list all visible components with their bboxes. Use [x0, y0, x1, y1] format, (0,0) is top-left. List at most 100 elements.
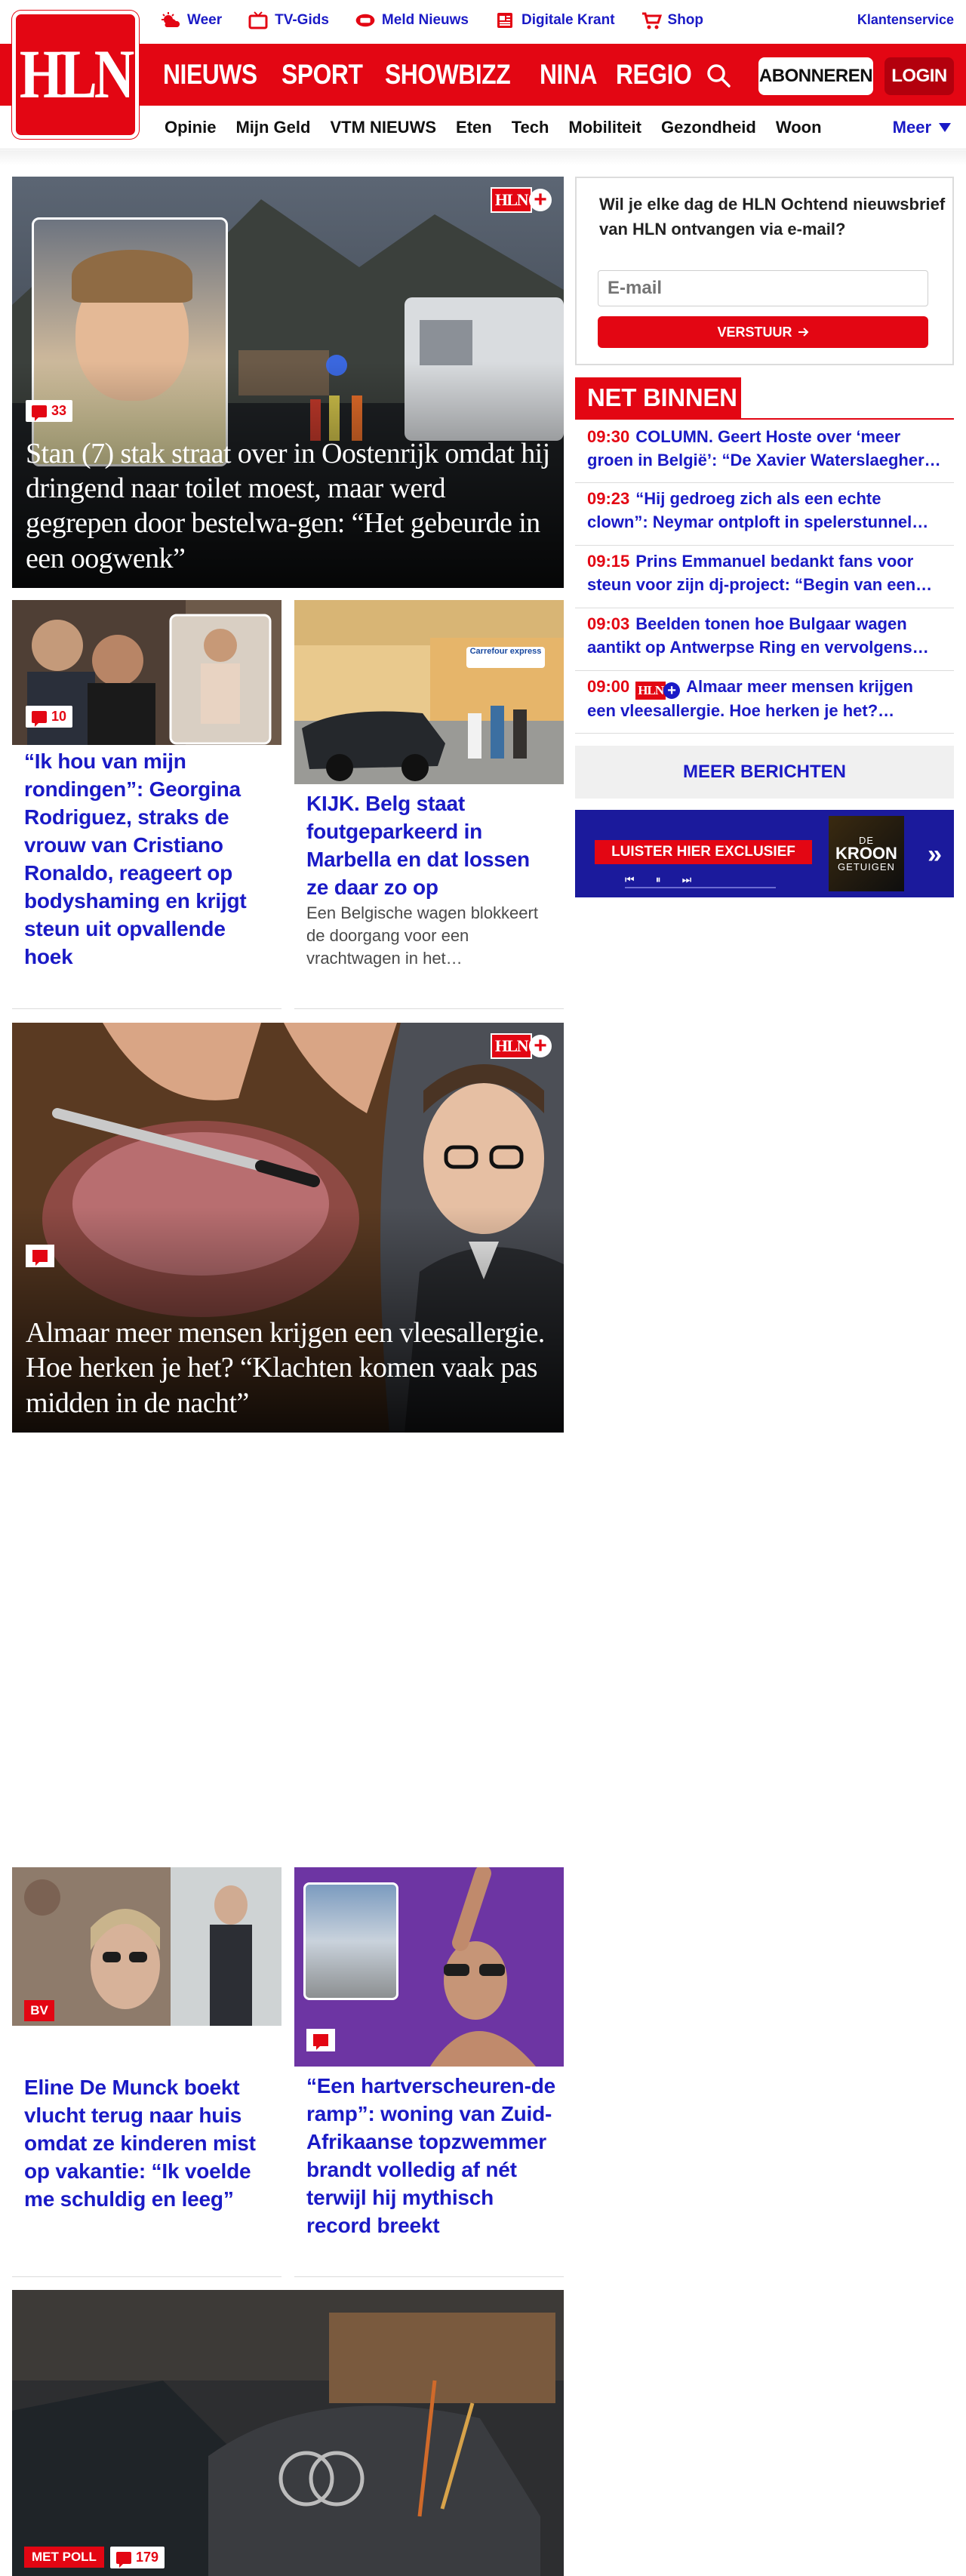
klantenservice-link[interactable]: Klantenservice [857, 12, 954, 28]
newsletter-question: Wil je elke dag de HLN Ochtend nieuwsbri… [599, 195, 946, 239]
article-eline[interactable]: BV Eline De Munck boekt vlucht terug naa… [12, 1867, 281, 2260]
net-binnen-item[interactable]: 09:30 COLUMN. Geert Hoste over ‘meer groe… [575, 421, 954, 483]
link-meld-nieuws-label: Meld Nieuws [381, 12, 469, 28]
email-field[interactable] [598, 270, 928, 306]
chevron-down-icon [939, 123, 951, 132]
article-title: KIJK. Belg staat foutgeparkeerd in Marbe… [306, 792, 530, 899]
link-tv-gids-label: TV-Gids [275, 12, 329, 28]
hero-article-stan[interactable]: HLN + 33 Stan (7) stak straat over in Oo… [12, 177, 564, 588]
link-digitale-krant[interactable]: Digitale Krant [494, 11, 615, 30]
hln-logo[interactable]: HLN [12, 11, 139, 139]
article-lead: Een Belgische wagen blokkeert de doorgan… [306, 903, 538, 968]
newsletter-signup: Wil je elke dag de HLN Ochtend nieuwsbri… [575, 177, 954, 365]
hero-article-vleesallergie[interactable]: HLN + Almaar meer mensen krijgen een vle… [12, 1023, 564, 1433]
net-binnen-item[interactable]: 09:00 HLN + Almaar meer mensen krijgen een … [575, 671, 954, 734]
comment-count-badge: 10 [26, 706, 73, 728]
comment-count: 33 [51, 403, 67, 418]
link-digitale-krant-label: Digitale Krant [521, 12, 615, 28]
weather-icon [162, 12, 180, 27]
article-photo-marbella [294, 600, 564, 784]
arrow-right-icon [798, 328, 808, 337]
link-meld-nieuws[interactable]: Meld Nieuws [355, 11, 469, 30]
top-utility-bar: Weer TV-Gids Meld Nieuws Digitale Krant … [0, 0, 966, 44]
item-text: COLUMN. Geert Hoste over ‘meer groen in … [587, 427, 941, 469]
net-binnen-item[interactable]: 09:03 Beelden tonen hoe Bulgaar wagen aan… [575, 608, 954, 671]
hln-plus-text: HLN [490, 187, 532, 213]
nav-regio[interactable]: REGIO [616, 59, 692, 91]
meer-berichten-button[interactable]: MEER BERICHTEN [575, 746, 954, 799]
link-tv-gids[interactable]: TV-Gids [248, 11, 329, 30]
subnav-mobiliteit[interactable]: Mobiliteit [568, 118, 641, 137]
poll-badge: MET POLL [24, 2547, 104, 2568]
subnav-meer[interactable]: Meer [893, 118, 951, 137]
subnav-vtm-nieuws[interactable]: VTM NIEUWS [330, 118, 436, 137]
item-time: 09:15 [587, 552, 630, 571]
logo-text: HLN [19, 35, 134, 113]
link-weer[interactable]: Weer [160, 11, 222, 30]
rewind-icon: ⏮ [625, 873, 635, 885]
verstuur-label: VERSTUUR [717, 324, 792, 340]
subnav-mijn-geld[interactable]: Mijn Geld [235, 118, 310, 137]
item-time: 09:03 [587, 614, 630, 633]
item-text: Beelden tonen hoe Bulgaar wagen aantikt … [587, 614, 929, 657]
bv-badge: BV [24, 2000, 54, 2021]
comment-icon [32, 710, 47, 727]
hln-plus-badge: HLN + [635, 682, 681, 700]
article-zwemmer[interactable]: “Een hartverscheuren-de ramp”: woning va… [294, 1867, 564, 2260]
subnav-eten[interactable]: Eten [456, 118, 492, 137]
inset-photo-house [303, 1882, 398, 2000]
plus-icon: + [529, 189, 552, 211]
item-time: 09:23 [587, 489, 630, 508]
hero-article-title: Stan (7) stak straat over in Oostenrijk … [26, 437, 550, 574]
article-title: “Een hartverscheuren-de ramp”: woning va… [306, 2074, 555, 2237]
nav-showbizz[interactable]: SHOWBIZZ [385, 59, 511, 91]
subnav-tech[interactable]: Tech [512, 118, 549, 137]
hln-plus-text: HLN [490, 1033, 532, 1059]
nav-nina[interactable]: NINA [540, 59, 598, 91]
nav-nieuws[interactable]: NIEUWS [163, 59, 257, 91]
net-binnen-item[interactable]: 09:23 “Hij gedroeg zich als een echte clo… [575, 483, 954, 546]
subnav-woon[interactable]: Woon [776, 118, 822, 137]
subnav-opinie[interactable]: Opinie [165, 118, 216, 137]
article-crash[interactable]: MET POLL 179 [12, 2290, 564, 2576]
article-title: “Ik hou van mijn rondingen”: Georgina Ro… [24, 749, 247, 968]
link-shop[interactable]: Shop [641, 11, 703, 30]
child-hair [72, 250, 192, 303]
divider [294, 1008, 564, 1009]
plus-icon: + [663, 682, 681, 699]
cart-icon [641, 12, 662, 29]
subnav-gezondheid[interactable]: Gezondheid [661, 118, 756, 137]
comment-badge [306, 2029, 335, 2051]
login-button[interactable]: LOGIN [884, 57, 954, 95]
comment-count-badge: 33 [26, 400, 73, 422]
main-nav: NIEUWS SPORT SHOWBIZZ NINA REGIO [163, 59, 692, 91]
net-binnen-item[interactable]: 09:15 Prins Emmanuel bedankt fans voor st… [575, 546, 954, 608]
comment-icon [116, 2551, 131, 2568]
divider [12, 2276, 281, 2277]
item-text: “Hij gedroeg zich als een echte clown”: … [587, 489, 912, 531]
nav-sport[interactable]: SPORT [281, 59, 363, 91]
article-georgina[interactable]: 10 “Ik hou van mijn rondingen”: Georgina… [12, 600, 281, 977]
podcast-banner[interactable]: LUISTER HIER EXCLUSIEF ⏮ ⏸ ⏭ DE KROON GE… [575, 810, 954, 897]
store-sign: Carrefour express [466, 647, 545, 668]
divider [12, 1008, 281, 1009]
item-text: Prins Emmanuel bedankt fans voor steun v… [587, 552, 933, 594]
hln-plus-text: HLN [635, 682, 666, 700]
article-belg-marbella[interactable]: Carrefour express KIJK. Belg staat foutg… [294, 600, 564, 977]
abonneren-button[interactable]: ABONNEREN [758, 57, 873, 95]
comment-icon [32, 405, 47, 421]
audio-controls: ⏮ ⏸ ⏭ [625, 872, 776, 888]
podcast-brand-top: KROON [835, 844, 897, 863]
link-weer-label: Weer [187, 12, 223, 28]
hln-plus-badge: HLN + [490, 187, 552, 213]
podcast-listen-label: LUISTER HIER EXCLUSIEF [595, 840, 812, 864]
chevron-right-icon: » [928, 840, 942, 869]
net-binnen-heading: NET BINNEN [575, 377, 741, 418]
divider [294, 2276, 564, 2277]
header-shadow [0, 150, 966, 165]
verstuur-button[interactable]: VERSTUUR [598, 316, 928, 348]
forward-icon: ⏭ [681, 873, 692, 885]
comment-icon [32, 1250, 48, 1266]
search-icon[interactable] [705, 62, 732, 89]
article-photo-crash [12, 2290, 564, 2576]
